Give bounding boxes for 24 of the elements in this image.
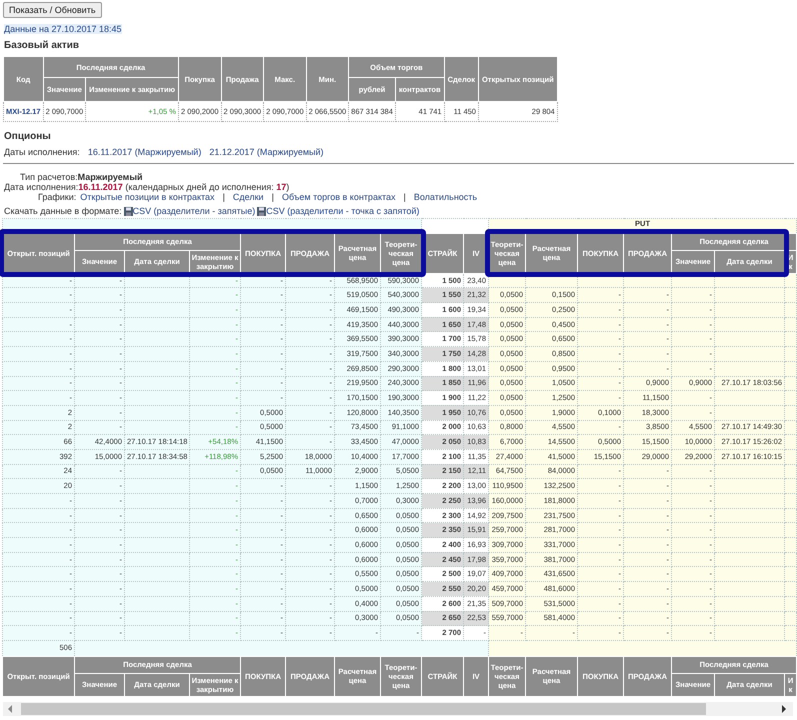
expiry-date-link[interactable]: 16.11.2017 (Маржируемый) bbox=[88, 147, 202, 157]
dates-label: Даты исполнения: bbox=[4, 147, 80, 157]
scroll-right-icon[interactable] bbox=[781, 705, 787, 713]
download-label: Скачать данные в формате: bbox=[4, 206, 122, 216]
link-separator: | bbox=[222, 192, 225, 202]
chart-link[interactable]: Сделки bbox=[232, 192, 264, 202]
charts-label: Графики: bbox=[38, 192, 76, 202]
csv-download-link[interactable]: CSV (разделители - запятые) bbox=[132, 206, 256, 216]
chart-link[interactable]: Объем торгов в контрактах bbox=[282, 192, 396, 202]
refresh-button[interactable]: Показать / Обновить bbox=[3, 2, 102, 18]
link-separator: | bbox=[272, 192, 274, 202]
chart-link[interactable]: Открытые позиции в контрактах bbox=[80, 192, 215, 202]
csv-download-link[interactable]: CSV (разделители - точка с запятой) bbox=[266, 206, 420, 216]
chart-link[interactable]: Волатильность bbox=[414, 192, 478, 202]
scroll-left-icon[interactable] bbox=[7, 705, 13, 713]
section-title: Базовый актив bbox=[4, 41, 80, 51]
data-timestamp: Данные на 27.10.2017 18:45 bbox=[4, 24, 122, 34]
section-title: Опционы bbox=[4, 132, 52, 142]
expiry-line: Дата исполнения:16.11.2017 (календарных дней до исполнения: 17) bbox=[4, 182, 290, 192]
link-separator: | bbox=[404, 192, 406, 202]
settlement-type: Тип расчетов:Маржируемый bbox=[20, 172, 144, 182]
scrollbar-thumb[interactable] bbox=[21, 703, 706, 715]
expiry-date-link[interactable]: 21.12.2017 (Маржируемый) bbox=[209, 147, 324, 157]
horizontal-scrollbar[interactable] bbox=[3, 702, 793, 716]
